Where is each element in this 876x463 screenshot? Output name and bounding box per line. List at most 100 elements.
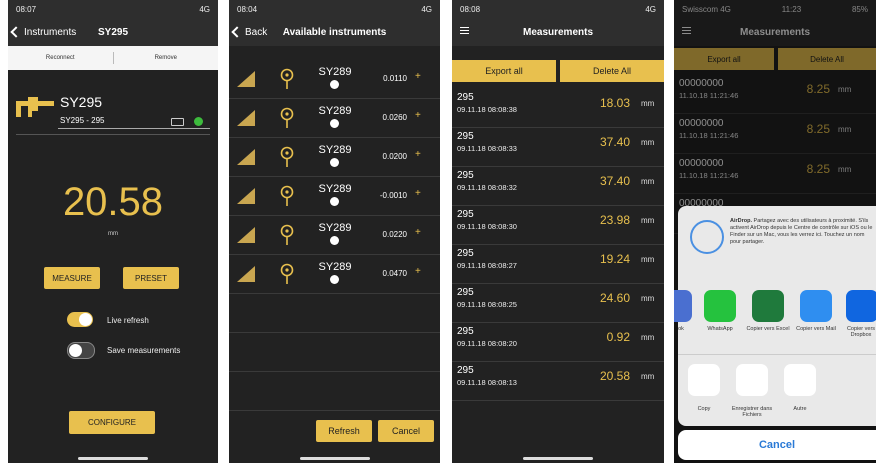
list-item[interactable]: 295 09.11.18 08:08:33 37.40 mm: [452, 127, 664, 167]
list-item[interactable]: 295 09.11.18 08:08:20 0.92 mm: [452, 322, 664, 362]
measurement-id: 295: [457, 170, 474, 181]
status-bar: 08:07 4G: [8, 0, 218, 18]
instrument-row[interactable]: SY289 -0.0010 +: [229, 176, 440, 216]
instrument-name: SY289: [318, 261, 352, 273]
more-icon[interactable]: [784, 364, 816, 396]
cancel-button[interactable]: Cancel: [378, 420, 434, 442]
instrument-value: 0.0110: [383, 74, 407, 83]
copy-label: Copy: [697, 406, 711, 412]
measurement-unit: mm: [641, 138, 655, 147]
list-item[interactable]: 295 09.11.18 08:08:38 18.03 mm: [452, 88, 664, 128]
bluetooth-badge-icon: [330, 236, 339, 245]
instrument-pin-icon: [280, 146, 294, 167]
instrument-pin-icon: [280, 224, 294, 245]
status-bar: 08:04 4G: [229, 0, 440, 18]
preset-button[interactable]: PRESET: [123, 267, 179, 289]
phone-measurements-screen: 08:08 4G Measurements Export all Delete …: [452, 0, 664, 463]
measurement-date: 09.11.18 08:08:20: [457, 339, 517, 348]
whatsapp-icon[interactable]: [704, 290, 736, 322]
toggle-knob: [79, 313, 92, 326]
dropbox-icon[interactable]: [846, 290, 876, 322]
chevron-left-icon: [10, 26, 22, 38]
live-refresh-label: Live refresh: [107, 316, 149, 325]
add-instrument-button[interactable]: +: [415, 149, 421, 160]
instrument-row[interactable]: SY289 0.0110 +: [229, 59, 440, 99]
instrument-value: 0.0200: [382, 152, 407, 161]
export-all-button[interactable]: Export all: [452, 60, 556, 82]
bluetooth-badge-icon: [330, 158, 339, 167]
signal-strength-icon: [237, 110, 255, 126]
signal-strength-icon: [237, 71, 255, 87]
status-signal: 4G: [421, 4, 432, 14]
excel-label: Copier vers Excel: [746, 326, 790, 332]
instrument-row[interactable]: SY289 0.0220 +: [229, 215, 440, 255]
measurement-unit: mm: [641, 177, 655, 186]
page-title: Measurements: [522, 26, 594, 38]
instrument-pin-icon: [280, 107, 294, 128]
measurement-unit: mm: [641, 255, 655, 264]
add-instrument-button[interactable]: +: [415, 71, 421, 82]
measurement-date: 09.11.18 08:08:33: [457, 144, 517, 153]
measure-button[interactable]: MEASURE: [44, 267, 100, 289]
cancel-button[interactable]: Cancel: [678, 430, 876, 460]
instrument-name: SY289: [318, 222, 352, 234]
airdrop-icon[interactable]: [690, 220, 724, 254]
back-button[interactable]: Instruments: [10, 26, 77, 38]
measurement-value: 23.98: [599, 213, 630, 227]
list-item[interactable]: 295 09.11.18 08:08:30 23.98 mm: [452, 205, 664, 245]
measurement-value: 18.03: [599, 96, 630, 110]
nav-bar: Measurements: [452, 18, 664, 46]
list-item[interactable]: 295 09.11.18 08:08:27 19.24 mm: [452, 244, 664, 284]
instrument-row[interactable]: SY289 0.0260 +: [229, 98, 440, 138]
measurement-id: 295: [457, 248, 474, 259]
whatsapp-label: WhatsApp: [707, 326, 733, 332]
mail-label: Copier vers Mail: [796, 326, 836, 332]
measurement-unit: mm: [641, 294, 655, 303]
back-button[interactable]: Back: [231, 26, 267, 38]
reconnect-button[interactable]: Reconnect: [8, 46, 113, 70]
empty-row: [229, 371, 440, 411]
list-item[interactable]: 295 09.11.18 08:08:25 24.60 mm: [452, 283, 664, 323]
connection-status-dot: [194, 117, 203, 126]
nav-bar: Back Available instruments: [229, 18, 440, 46]
add-instrument-button[interactable]: +: [415, 266, 421, 277]
dropbox-label: Copier vers Dropbox: [846, 326, 876, 338]
delete-all-button[interactable]: Delete All: [560, 60, 664, 82]
divider: [16, 134, 210, 135]
instrument-value: 0.0260: [382, 113, 407, 122]
save-measurements-toggle[interactable]: [67, 342, 95, 359]
instrument-name: SY289: [318, 144, 352, 156]
divider: [58, 128, 210, 129]
device-subtitle: SY295 - 295: [60, 116, 105, 125]
status-time: 08:07: [16, 4, 37, 14]
mail-icon[interactable]: [800, 290, 832, 322]
live-refresh-toggle[interactable]: [67, 312, 93, 327]
list-item[interactable]: 295 09.11.18 08:08:13 20.58 mm: [452, 361, 664, 401]
app-share-icon[interactable]: [674, 290, 692, 322]
instrument-row[interactable]: SY289 0.0470 +: [229, 254, 440, 294]
measurement-id: 295: [457, 365, 474, 376]
measurement-value: 19.24: [599, 252, 630, 266]
copy-icon[interactable]: [688, 364, 720, 396]
status-time: 08:04: [237, 4, 258, 14]
signal-strength-icon: [237, 266, 255, 282]
refresh-button[interactable]: Refresh: [316, 420, 372, 442]
back-label: Instruments: [24, 26, 77, 38]
instrument-row[interactable]: SY289 0.0200 +: [229, 137, 440, 177]
instrument-name: SY289: [318, 105, 352, 117]
measurement-id: 295: [457, 287, 474, 298]
configure-button[interactable]: CONFIGURE: [69, 411, 155, 434]
list-item[interactable]: 295 09.11.18 08:08:32 37.40 mm: [452, 166, 664, 206]
add-instrument-button[interactable]: +: [415, 227, 421, 238]
add-instrument-button[interactable]: +: [415, 110, 421, 121]
remove-button[interactable]: Remove: [114, 46, 219, 70]
folder-icon[interactable]: [736, 364, 768, 396]
measurement-id: 295: [457, 326, 474, 337]
add-instrument-button[interactable]: +: [415, 188, 421, 199]
excel-icon[interactable]: [752, 290, 784, 322]
divider: [678, 354, 876, 355]
share-sheet: AirDrop. Partagez avec des utilisateurs …: [674, 206, 876, 426]
menu-icon[interactable]: [460, 25, 469, 36]
measurement-unit: mm: [641, 372, 655, 381]
measurement-value: 24.60: [599, 291, 630, 305]
